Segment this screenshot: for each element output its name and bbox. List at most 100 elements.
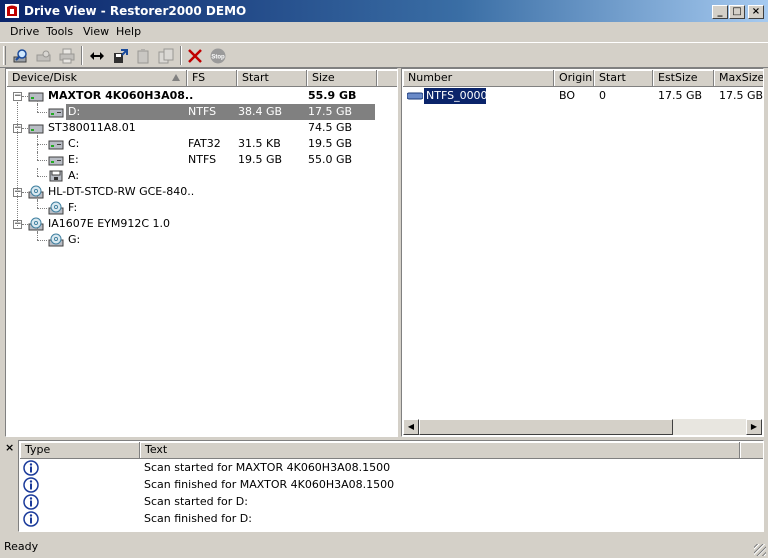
copy-icon	[158, 48, 174, 64]
device-size: 19.5 GB	[308, 137, 353, 150]
col-text[interactable]: Text	[140, 442, 740, 459]
scan-button[interactable]	[33, 45, 55, 67]
log-row[interactable]: Scan started for MAXTOR 4K060H3A08.1500	[19, 460, 763, 476]
swap-button[interactable]	[86, 45, 108, 67]
col-origin[interactable]: Origin	[554, 70, 594, 87]
device-name: A:	[68, 169, 80, 182]
device-fs	[188, 168, 234, 184]
double-arrow-icon	[90, 52, 104, 60]
toolbar-grip[interactable]	[3, 46, 6, 65]
col-estsize[interactable]: EstSize	[653, 70, 714, 87]
tree-volume-row[interactable]: C: FAT32 31.5 KB 19.5 GB	[6, 136, 397, 152]
resize-grip[interactable]	[754, 544, 766, 556]
cd-drive-icon	[48, 233, 64, 247]
log-row[interactable]: Scan finished for MAXTOR 4K060H3A08.1500	[19, 477, 763, 493]
search-drive-button[interactable]	[10, 45, 32, 67]
horizontal-scrollbar[interactable]: ◀ ▶	[403, 419, 762, 435]
clipboard-button[interactable]	[132, 45, 154, 67]
tree-collapse-icon[interactable]: −	[13, 92, 22, 101]
tree-volume-row[interactable]: A:	[6, 168, 397, 184]
col-start[interactable]: Start	[237, 70, 307, 87]
device-name: D:	[68, 105, 81, 118]
close-button[interactable]: ×	[748, 5, 764, 19]
device-size: 55.0 GB	[308, 153, 353, 166]
info-icon	[23, 511, 39, 527]
partition-number[interactable]: NTFS_0000	[423, 87, 487, 105]
device-name: ST380011A8.01	[48, 121, 136, 134]
tree-connector	[17, 102, 18, 226]
search-drive-icon	[13, 49, 27, 63]
cd-drive-icon	[28, 217, 44, 231]
menu-drive[interactable]: Drive	[10, 25, 39, 38]
tree-connector	[37, 208, 47, 209]
scroll-left-button[interactable]: ◀	[403, 419, 419, 435]
log-close-icon[interactable]: ×	[5, 441, 14, 454]
tree-connector	[37, 168, 38, 176]
cd-drive-icon	[28, 185, 44, 199]
col-blank	[377, 70, 397, 87]
log-text: Scan started for MAXTOR 4K060H3A08.1500	[144, 461, 391, 474]
tree-volume-row[interactable]: G:	[6, 232, 397, 248]
window-title: Drive View - Restorer2000 DEMO	[24, 4, 247, 18]
export-button[interactable]	[109, 45, 131, 67]
partition-drive-icon	[48, 108, 64, 118]
device-size: 17.5 GB	[308, 105, 353, 118]
log-row[interactable]: Scan finished for D:	[19, 511, 763, 527]
device-tree-panel[interactable]: Device/Disk FS Start Size − MAXTOR 4K060H…	[5, 68, 398, 437]
menu-tools[interactable]: Tools	[46, 25, 73, 38]
device-size	[308, 232, 374, 248]
device-fs	[188, 184, 234, 200]
partition-estsize: 17.5 GB	[658, 89, 703, 102]
partition-maxsize: 17.5 GB	[719, 89, 763, 102]
device-fs	[188, 120, 234, 136]
scroll-right-button[interactable]: ▶	[746, 419, 762, 435]
device-start	[238, 216, 304, 232]
col-part-start[interactable]: Start	[594, 70, 653, 87]
tree-volume-row[interactable]: E: NTFS 19.5 GB 55.0 GB	[6, 152, 397, 168]
info-icon	[23, 477, 39, 493]
col-number[interactable]: Number	[403, 70, 554, 87]
col-type[interactable]: Type	[20, 442, 140, 459]
device-start	[238, 168, 304, 184]
print-button[interactable]	[56, 45, 78, 67]
tree-disk-row[interactable]: − HL-DT-STCD-RW GCE-840...	[6, 184, 397, 200]
scan-icon	[36, 50, 51, 62]
tree-disk-row[interactable]: − IA1607E EYM912C 1.0	[6, 216, 397, 232]
tree-connector	[37, 144, 47, 145]
tree-volume-row[interactable]: D: NTFS 38.4 GB 17.5 GB	[6, 104, 397, 120]
log-panel[interactable]: Type Text Scan started for MAXTOR 4K060H…	[18, 440, 764, 532]
col-size[interactable]: Size	[307, 70, 377, 87]
col-fs[interactable]: FS	[187, 70, 237, 87]
partition-row[interactable]: NTFS_0000 BO 0 17.5 GB 17.5 GB	[402, 87, 763, 105]
partition-header-row: Number Origin Start EstSize MaxSize	[403, 70, 763, 87]
partition-list-panel[interactable]: Number Origin Start EstSize MaxSize NTFS…	[401, 68, 764, 437]
info-icon	[23, 494, 39, 510]
info-icon	[23, 460, 39, 476]
partition-drive-icon	[48, 156, 64, 166]
log-row[interactable]: Scan started for D:	[19, 494, 763, 510]
delete-button[interactable]	[184, 45, 206, 67]
device-size: 55.9 GB	[308, 89, 357, 102]
tree-volume-row[interactable]: F:	[6, 200, 397, 216]
col-maxsize[interactable]: MaxSize	[714, 70, 763, 87]
toolbar-separator	[81, 46, 83, 65]
copy-button[interactable]	[155, 45, 177, 67]
device-name: E:	[68, 153, 79, 166]
maximize-button[interactable]: □	[729, 5, 745, 19]
device-name: C:	[68, 137, 80, 150]
device-name: IA1607E EYM912C 1.0	[48, 217, 171, 230]
printer-icon	[59, 48, 75, 64]
device-start	[238, 88, 304, 104]
menu-view[interactable]: View	[83, 25, 109, 38]
delete-x-icon	[188, 49, 202, 63]
device-fs	[188, 216, 234, 232]
menu-help[interactable]: Help	[116, 25, 141, 38]
stop-button[interactable]: Stop	[207, 45, 229, 67]
tree-disk-row[interactable]: − ST380011A8.01 74.5 GB	[6, 120, 397, 136]
tree-connector	[37, 240, 47, 241]
col-device-disk[interactable]: Device/Disk	[7, 70, 187, 87]
scroll-thumb[interactable]	[419, 419, 673, 435]
stop-icon-label: Stop	[211, 55, 225, 61]
minimize-button[interactable]: _	[712, 5, 728, 19]
tree-disk-row[interactable]: − MAXTOR 4K060H3A08.... 55.9 GB	[6, 88, 397, 104]
